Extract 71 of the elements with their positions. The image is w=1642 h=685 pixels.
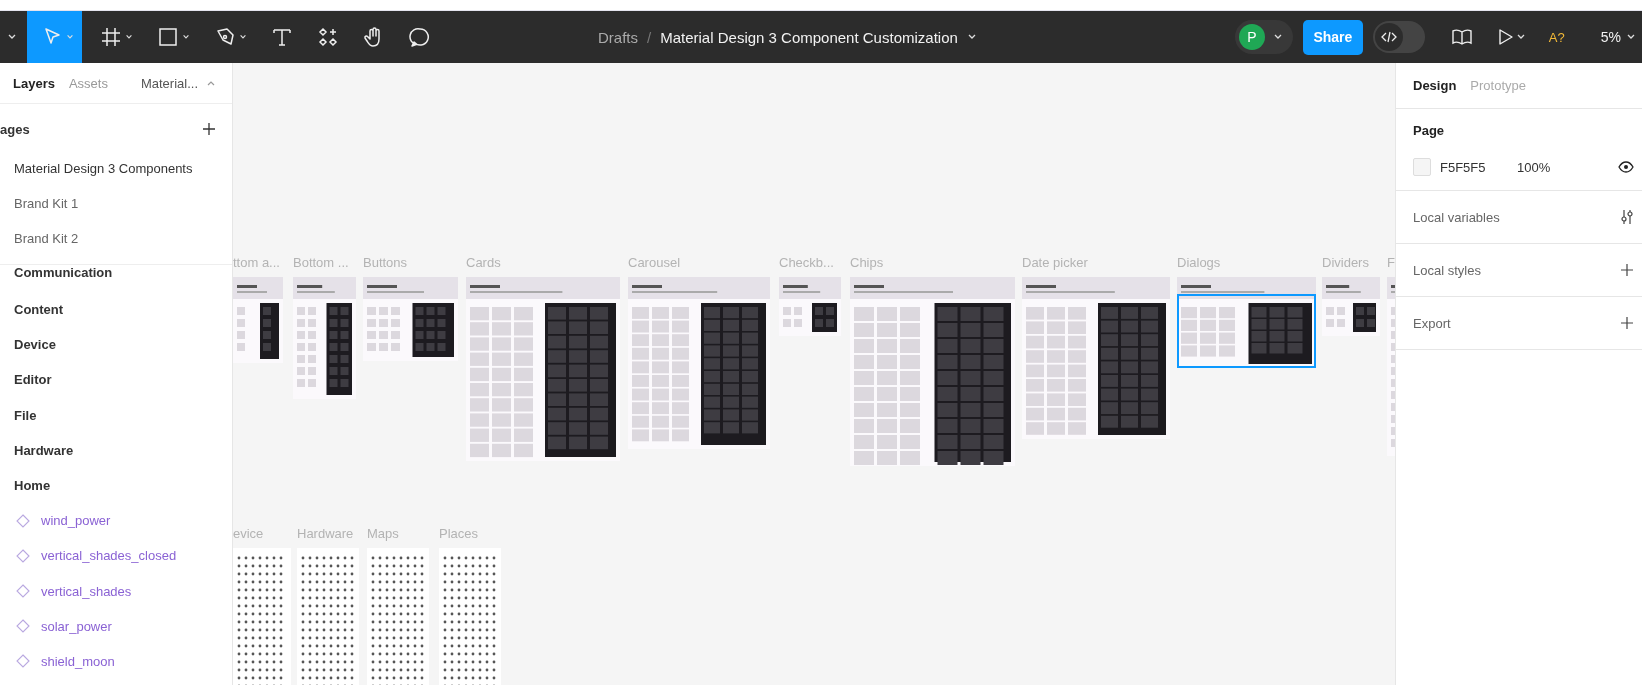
pen-icon [214, 26, 236, 48]
play-icon [1496, 28, 1527, 46]
eye-icon[interactable] [1618, 161, 1634, 173]
layer-item[interactable]: vertical_shades [41, 583, 132, 599]
component-icon [16, 654, 30, 669]
user-menu[interactable]: P [1234, 20, 1293, 54]
accessibility-button[interactable]: A? [1548, 29, 1565, 45]
component-icon [16, 619, 30, 634]
book-icon[interactable] [1450, 28, 1473, 46]
section-heading: Page [1413, 123, 1446, 138]
frame-drawing[interactable] [779, 277, 841, 336]
caret-icon [66, 33, 74, 41]
frame-drawing[interactable] [363, 277, 458, 361]
page-menu[interactable]: Material... [140, 75, 216, 91]
components-icon [317, 26, 339, 48]
add-icon[interactable] [202, 122, 216, 136]
layer-item[interactable]: solar_power [41, 618, 112, 634]
opacity-value[interactable]: 100% [1517, 159, 1551, 175]
user-avatar: P [1238, 24, 1265, 50]
section-heading: Export [1413, 315, 1451, 331]
layer-item[interactable]: vertical_shades_closed [41, 548, 177, 564]
pages-heading: ages [0, 121, 30, 137]
layer-item[interactable]: File [14, 407, 37, 423]
frame-drawing[interactable] [293, 277, 356, 399]
page-item[interactable]: Material Design 3 Components [0, 151, 232, 186]
breadcrumb-separator: / [647, 28, 652, 46]
component-icon [16, 513, 30, 528]
caret-icon [239, 33, 247, 41]
page-item[interactable]: Brand Kit 1 [0, 186, 232, 221]
page-item[interactable]: Brand Kit 2 [0, 221, 232, 256]
speech-bubble-icon [409, 26, 431, 48]
color-value[interactable]: F5F5F5 [1440, 159, 1517, 175]
layer-item[interactable]: Hardware [14, 442, 74, 458]
layer-item[interactable]: Device [14, 337, 56, 353]
panel-tab[interactable]: Layers [13, 75, 55, 91]
frame-drawing[interactable] [1022, 277, 1170, 439]
section-heading: Local variables [1413, 209, 1500, 225]
layer-item[interactable]: Editor [14, 372, 52, 388]
color-swatch[interactable] [1413, 158, 1431, 176]
square-icon [157, 26, 179, 48]
frame-drawing[interactable] [1177, 277, 1316, 368]
code-icon [1380, 31, 1397, 43]
grid-icon [100, 26, 122, 48]
layer-item[interactable]: Content [14, 302, 64, 318]
layer-item[interactable]: shield_moon [41, 653, 115, 669]
add-icon[interactable] [1620, 263, 1634, 277]
folder-link[interactable]: Drafts [598, 28, 638, 46]
caret-icon [182, 33, 190, 41]
layer-item[interactable]: wind_power [41, 513, 111, 529]
layer-item[interactable]: Communication [14, 265, 113, 280]
add-icon[interactable] [1620, 316, 1634, 330]
frame-drawing[interactable] [628, 277, 770, 449]
sliders-icon[interactable] [1620, 209, 1634, 225]
dev-mode-toggle[interactable] [1372, 21, 1425, 53]
file-name[interactable]: Material Design 3 Component Customization [660, 28, 958, 46]
share-button[interactable]: Share [1302, 19, 1363, 55]
panel-tab[interactable]: Assets [68, 75, 108, 91]
present-button[interactable] [1496, 28, 1527, 46]
component-icon [16, 548, 30, 563]
text-icon [271, 26, 293, 48]
frame-drawing[interactable] [850, 277, 1015, 466]
panel-tab[interactable]: Design [1413, 78, 1457, 93]
zoom-menu[interactable]: 5% [1600, 29, 1636, 45]
section-heading: Local styles [1413, 262, 1481, 278]
layer-item[interactable]: Home [14, 478, 51, 494]
caret-icon [125, 33, 133, 41]
frame-drawing[interactable] [466, 277, 620, 461]
frame-drawing[interactable] [1322, 277, 1380, 336]
panel-tab[interactable]: Prototype [1470, 78, 1526, 93]
frame-drawing[interactable] [233, 277, 283, 363]
component-icon [16, 584, 30, 599]
